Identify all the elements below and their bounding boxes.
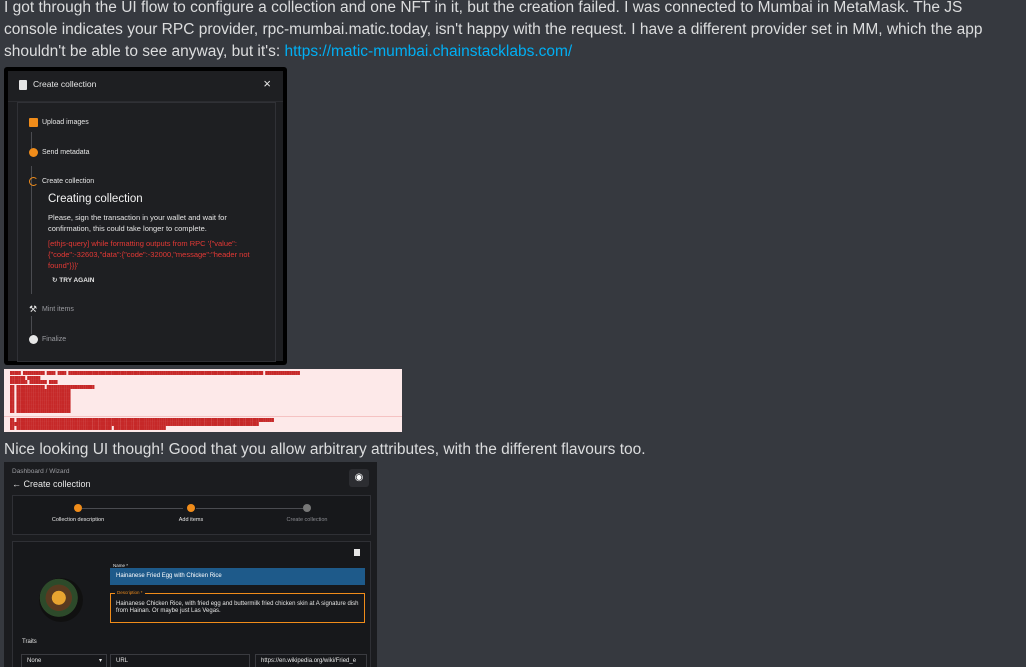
description-label: Description * (115, 590, 145, 595)
console-line: █████ ██████████ ████ ████ █████████████… (10, 371, 300, 375)
image-icon (29, 118, 38, 127)
breadcrumb: Dashboard / Wizard (12, 468, 70, 475)
console-line: ██ █████████████████████████ (10, 409, 71, 413)
step-label: Send metadata (42, 149, 90, 156)
console-line: ████████ ████████ ████ (10, 380, 58, 384)
step-collection-description: Collection description (51, 517, 105, 523)
dialog-title: Create collection (33, 79, 97, 89)
try-again-label: TRY AGAIN (59, 277, 95, 284)
trash-icon[interactable] (354, 549, 360, 556)
page-title-text: Create collection (23, 479, 91, 489)
page-title: ← Create collection (12, 479, 91, 489)
close-icon[interactable]: × (263, 76, 271, 91)
step-active-icon (187, 504, 195, 512)
wizard-stepper: Collection description Add items Create … (12, 495, 371, 535)
attachment-console-errors[interactable]: █████ ██████████ ████ ████ █████████████… (4, 369, 402, 432)
attachment-create-collection-dialog[interactable]: Create collection × Upload images Send m… (4, 67, 287, 365)
message-text-1: I got through the UI flow to configure a… (4, 0, 1020, 63)
github-icon[interactable]: ◉ (349, 469, 369, 487)
provider-link[interactable]: https://matic-mumbai.chainstacklabs.com/ (285, 43, 573, 60)
console-line: ██ █████████████████████████████████████… (10, 426, 166, 430)
name-field[interactable]: Hainanese Fried Egg with Chicken Rice (110, 568, 365, 585)
attachment-wizard[interactable]: Dashboard / Wizard ← Create collection ◉… (4, 462, 377, 667)
spinner-icon (29, 177, 38, 186)
refresh-icon: ↻ (52, 277, 58, 284)
item-image (39, 578, 83, 622)
creating-title: Creating collection (48, 193, 143, 205)
message-text-2: Nice looking UI though! Good that you al… (4, 441, 646, 458)
step-label: Upload images (42, 119, 89, 126)
step-pending-icon (303, 504, 311, 512)
create-collection-dialog: Create collection × Upload images Send m… (8, 71, 283, 362)
traits-label: Traits (22, 639, 37, 645)
step-label: Finalize (42, 336, 67, 343)
trait-type-value: None (27, 658, 42, 664)
check-circle-icon (29, 335, 38, 344)
step-connector (31, 194, 32, 294)
step-connector (31, 316, 32, 334)
document-icon (19, 80, 27, 90)
step-create-collection: Create collection (286, 517, 328, 523)
error-icon (29, 148, 38, 157)
creating-description: Please, sign the transaction in your wal… (48, 213, 227, 233)
check-icon (74, 504, 82, 512)
trait-value-field[interactable]: https://en.wikipedia.org/wiki/Fried_e (255, 654, 367, 667)
gavel-icon: ⚒ (29, 304, 38, 314)
dialog-header: Create collection × (8, 71, 283, 102)
step-add-items: Add items (178, 517, 204, 523)
stepper-connector (196, 508, 303, 509)
item-card: Name * Hainanese Fried Egg with Chicken … (12, 541, 371, 667)
chevron-down-icon: ▾ (98, 658, 102, 664)
description-field[interactable]: Hainanese Chicken Rice, with fried egg a… (110, 593, 365, 623)
step-label: Create collection (42, 178, 95, 185)
trait-type-select[interactable]: None ▾ (21, 654, 107, 667)
error-message: [ethjs-query] while formatting outputs f… (48, 239, 250, 270)
step-label: Mint items (42, 306, 74, 313)
try-again-button[interactable]: ↻ TRY AGAIN (52, 276, 94, 284)
stepper-connector (82, 508, 183, 509)
back-arrow-icon[interactable]: ← (12, 479, 21, 489)
trait-key-field[interactable]: URL (110, 654, 250, 667)
